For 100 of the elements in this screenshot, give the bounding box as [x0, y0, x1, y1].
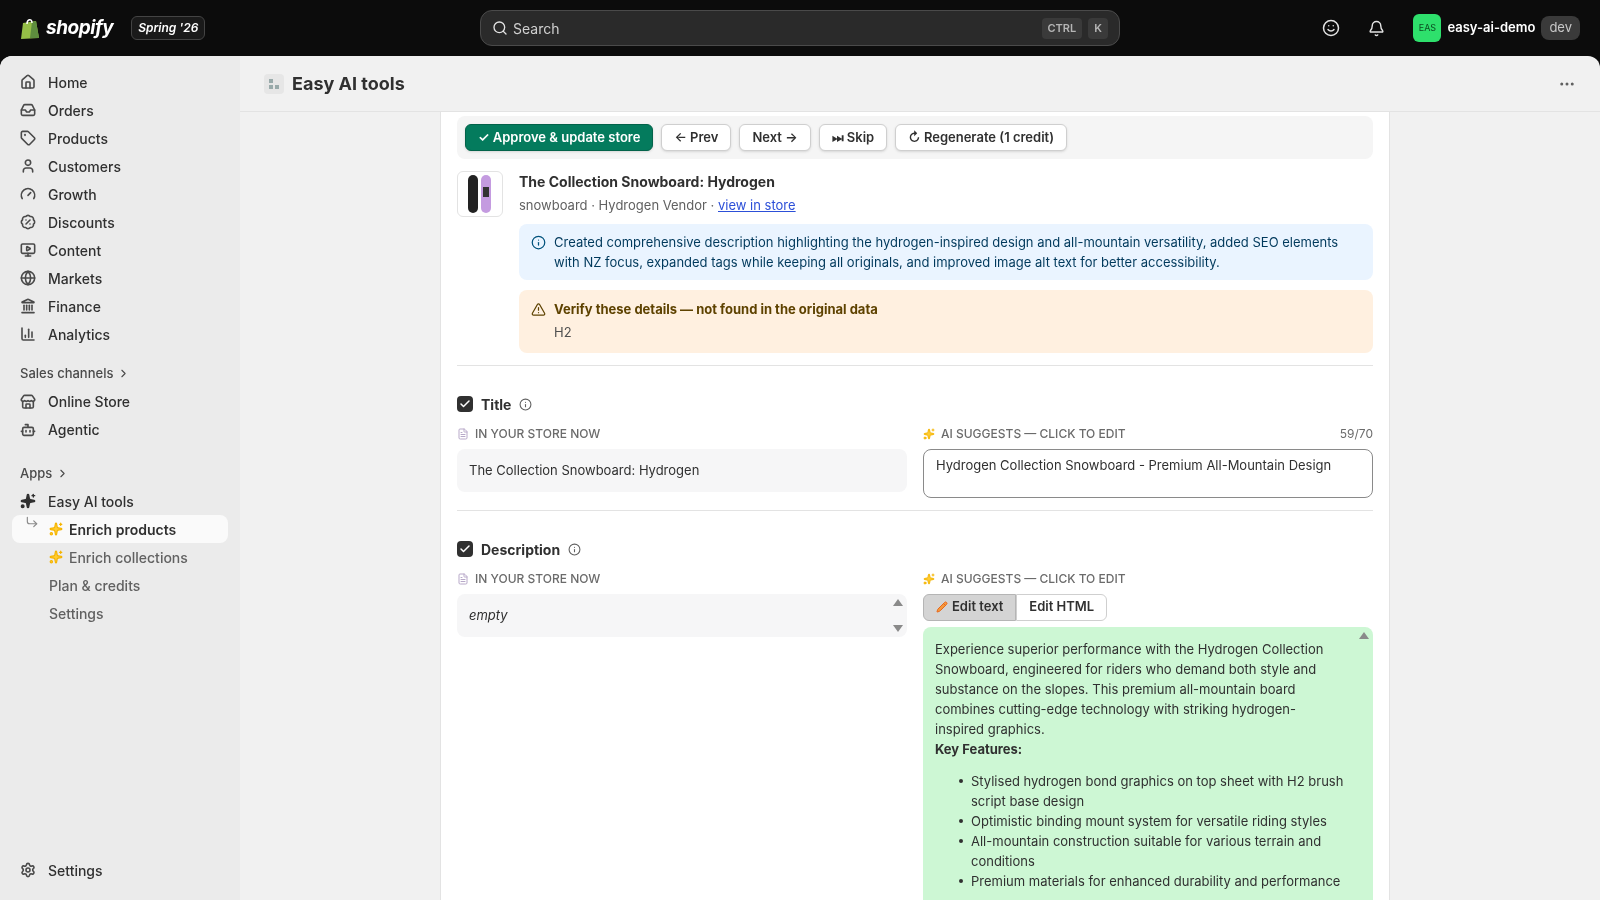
checkbox[interactable]	[457, 396, 473, 412]
robot-icon	[20, 421, 36, 438]
checkbox[interactable]	[457, 541, 473, 557]
editor-tab[interactable]: Edit HTML	[1016, 593, 1108, 621]
info-icon[interactable]	[519, 397, 533, 411]
description-heading: Key Features:	[935, 739, 1024, 759]
nav-item[interactable]: Home	[12, 68, 228, 96]
section-heading[interactable]: Sales channels	[12, 364, 228, 384]
column-label: AI SUGGESTS — CLICK TO EDIT	[941, 424, 1126, 443]
bullet-icon	[959, 778, 963, 783]
toolbar-button[interactable]: ⏭ Skip	[818, 124, 888, 151]
nav-item[interactable]: Settings	[12, 856, 228, 884]
bullet-icon	[959, 878, 963, 883]
sub-nav-item[interactable]: Enrich products	[12, 515, 228, 543]
sub-nav-item[interactable]: Plan & credits	[12, 571, 228, 599]
bullet-icon	[959, 818, 963, 823]
warning-title: Verify these details — not found in the original data	[554, 299, 878, 319]
view-link[interactable]: view in store	[718, 197, 796, 213]
info-icon	[531, 234, 546, 250]
search-icon	[492, 20, 508, 36]
scroll-up-arrow-icon[interactable]	[1359, 630, 1369, 639]
nav-item[interactable]: Content	[12, 236, 228, 264]
environment-badge: dev	[1541, 16, 1580, 40]
shopping-bag-icon	[20, 16, 40, 40]
warning-icon	[531, 301, 546, 317]
nav-item[interactable]: Discounts	[12, 208, 228, 236]
character-count: 59/70	[1339, 424, 1373, 443]
nav-item[interactable]: Analytics	[12, 320, 228, 348]
column-label: IN YOUR STORE NOW	[475, 424, 601, 443]
nav-item[interactable]: Growth	[12, 180, 228, 208]
sparkle-icon	[20, 493, 36, 509]
toolbar-button[interactable]: ↻ Regenerate (1 credit)	[895, 124, 1067, 151]
store-icon	[20, 393, 36, 410]
tag-icon	[20, 130, 36, 146]
scroll-down-arrow-icon[interactable]	[893, 625, 903, 633]
nav-item[interactable]: Online Store	[12, 387, 228, 416]
current-value: The Collection Snowboard: Hydrogen	[457, 448, 907, 492]
shortcut-key: K	[1088, 18, 1108, 39]
document-icon	[457, 572, 469, 585]
brand-logo[interactable]: shopify	[46, 13, 114, 43]
description-paragraph: Experience superior performance with the Hydrogen Collection Snowboard, engineered for riders who demand both style and substance on the slopes. This premium all-mountain board combines cutting-edge technology with striking hydrogen-inspired graphics.	[935, 639, 1325, 739]
document-icon	[457, 427, 469, 440]
bullet-text: Stylised hydrogen bond graphics on top sheet with H2 brush script base design	[971, 771, 1345, 811]
sub-nav-item[interactable]: Enrich collections	[12, 543, 228, 571]
field-label: Description	[481, 539, 561, 560]
column-label: AI SUGGESTS — CLICK TO EDIT	[941, 569, 1126, 588]
home-icon	[20, 74, 36, 90]
globe-icon	[20, 270, 36, 286]
sparkle-icon	[923, 427, 935, 440]
inbox-icon	[20, 102, 36, 118]
shortcut-key: CTRL	[1041, 18, 1083, 39]
bullet-text: All-mountain construction suitable for various terrain and conditions	[971, 831, 1323, 871]
section-heading[interactable]: Apps	[12, 463, 228, 483]
suggestion-editor[interactable]	[923, 626, 1373, 900]
store-avatar[interactable]: EAS	[1413, 14, 1442, 42]
bullet-text: Premium materials for enhanced durability and performance	[971, 871, 1341, 891]
nav-item[interactable]: Easy AI tools	[12, 487, 228, 515]
scroll-up-arrow-icon[interactable]	[893, 597, 903, 606]
bank-icon	[20, 298, 36, 314]
product-name: The Collection Snowboard: Hydrogen	[519, 172, 776, 192]
nav-item[interactable]: Agentic	[12, 415, 228, 444]
version-badge: Spring '26	[131, 16, 206, 40]
nav-item[interactable]: Orders	[12, 96, 228, 124]
warning-item: H2	[554, 323, 573, 342]
sparkle-icon	[49, 522, 63, 536]
bullet-text: Optimistic binding mount system for versatile riding styles	[971, 811, 1327, 831]
editor-tab[interactable]: Edit text	[923, 593, 1017, 621]
nav-item[interactable]: Finance	[12, 292, 228, 320]
nav-item[interactable]: Markets	[12, 264, 228, 292]
check-icon	[459, 398, 471, 410]
nav-item[interactable]: Customers	[12, 152, 228, 180]
nav-item[interactable]: Products	[12, 124, 228, 152]
product-meta: snowboard · Hydrogen Vendor · view in store	[519, 196, 797, 215]
bullet-icon	[959, 838, 963, 843]
info-text: Created comprehensive description highlighting the hydrogen-inspired design and all-mountain versatility, added SEO elements with NZ focus, expanded tags while keeping all originals, and improved image alt text for better accessibility.	[554, 232, 1340, 272]
screen-icon	[20, 242, 36, 258]
notification-icon[interactable]	[1368, 19, 1386, 37]
column-label: IN YOUR STORE NOW	[475, 569, 601, 588]
settings-icon	[20, 862, 36, 878]
current-value: empty	[457, 593, 907, 637]
gauge-icon	[20, 186, 36, 202]
info-icon[interactable]	[568, 542, 582, 556]
sparkle-icon	[923, 572, 935, 585]
toolbar-button[interactable]: Next →	[739, 124, 811, 151]
sub-nav-item[interactable]: Settings	[12, 599, 228, 627]
percent-badge-icon	[20, 214, 36, 230]
person-icon	[20, 158, 36, 174]
sparkle-icon	[49, 550, 63, 564]
toolbar-button[interactable]: ✓ Approve & update store	[465, 124, 654, 151]
branch-arrow-icon	[25, 515, 39, 529]
page-title: Easy AI tools	[292, 72, 405, 96]
field-label: Title	[481, 394, 512, 415]
store-name[interactable]: easy-ai-demo	[1447, 18, 1536, 38]
bar-chart-icon	[20, 326, 36, 342]
toolbar-button[interactable]: ← Prev	[661, 124, 732, 151]
smiley-icon[interactable]	[1322, 19, 1341, 37]
pencil-icon	[936, 601, 948, 613]
suggestion-field[interactable]: Hydrogen Collection Snowboard - Premium All-Mountain Design	[923, 448, 1373, 498]
check-icon	[459, 543, 471, 555]
app-icon	[264, 73, 284, 94]
